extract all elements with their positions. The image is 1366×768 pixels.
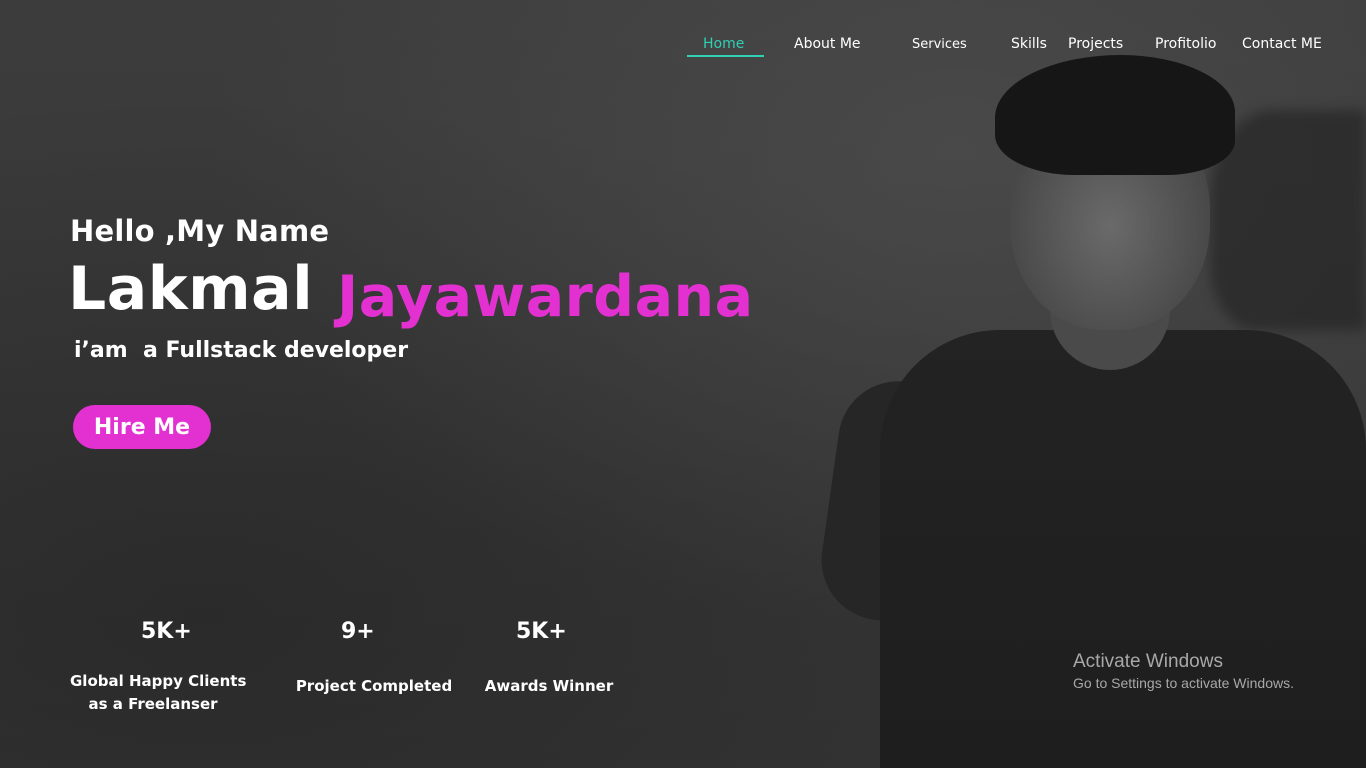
hero-role: i’am a Fullstack developer <box>74 338 409 363</box>
nav-about-me[interactable]: About Me <box>794 36 861 52</box>
nav-home[interactable]: Home <box>703 36 744 52</box>
stat-projects-value: 9+ <box>341 619 375 644</box>
stat-clients-label-line2: as a Freelanser <box>88 695 218 713</box>
nav-projects[interactable]: Projects <box>1068 36 1123 52</box>
stat-awards-value: 5K+ <box>516 619 567 644</box>
nav-portfolio[interactable]: Profitolio <box>1155 36 1216 52</box>
activation-subtitle: Go to Settings to activate Windows. <box>1073 675 1294 691</box>
hero-last-name: Jayawardana <box>337 264 754 330</box>
photo-hair <box>995 55 1235 175</box>
stat-clients-value: 5K+ <box>141 619 192 644</box>
stat-clients-label-line1: Global Happy Clients <box>70 672 247 690</box>
stat-awards-label: Awards Winner <box>484 677 614 695</box>
nav-services[interactable]: Services <box>912 37 967 52</box>
nav-skills[interactable]: Skills <box>1011 36 1047 52</box>
windows-activation-watermark: Activate Windows Go to Settings to activ… <box>1073 651 1294 691</box>
activation-title: Activate Windows <box>1073 651 1223 672</box>
nav-contact[interactable]: Contact ME <box>1242 36 1322 52</box>
photo-torso <box>880 330 1366 768</box>
hero-first-name: Lakmal <box>68 254 314 324</box>
hire-me-button[interactable]: Hire Me <box>73 405 211 449</box>
hero-greeting: Hello ,My Name <box>70 214 330 248</box>
top-nav: Home About Me Services Skills Projects P… <box>0 36 1366 60</box>
nav-active-underline <box>687 55 764 57</box>
stat-clients-label: Global Happy Clients as a Freelanser <box>70 670 246 716</box>
stat-projects-label: Project Completed <box>295 677 453 695</box>
